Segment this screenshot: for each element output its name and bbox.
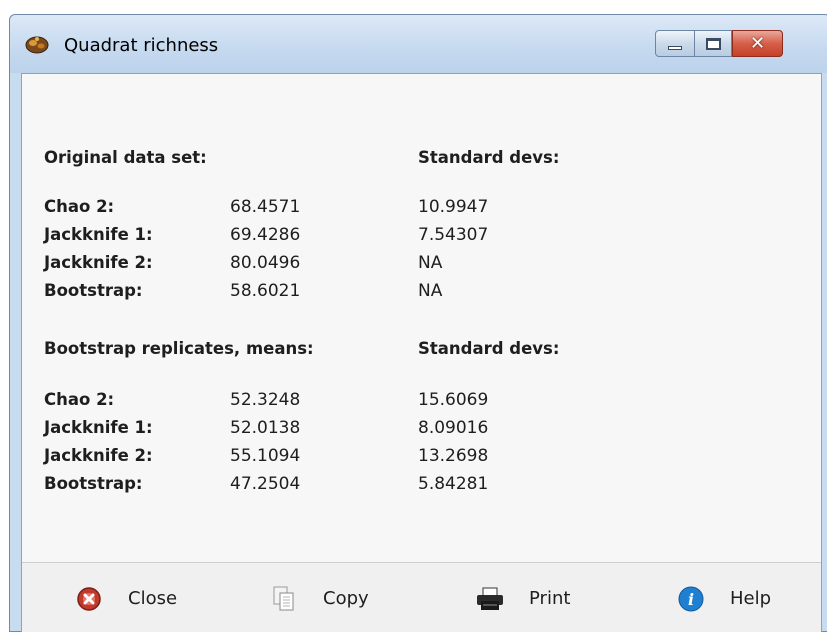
section2-sd-heading: Standard devs: [418, 339, 560, 358]
window-close-button[interactable]: ✕ [732, 30, 783, 57]
row-label: Chao 2: [44, 390, 115, 409]
row-label: Jackknife 2: [44, 446, 153, 465]
maximize-icon [705, 37, 721, 50]
row-label: Jackknife 1: [44, 418, 153, 437]
row-value: 55.1094 [230, 446, 301, 466]
minimize-icon [668, 45, 682, 50]
section2-heading: Bootstrap replicates, means: [44, 339, 314, 358]
row-value: 52.0138 [230, 418, 301, 438]
title-bar[interactable]: Quadrat richness ✕ [10, 15, 827, 73]
row-value: 47.2504 [230, 474, 301, 494]
close-button[interactable]: Close [74, 563, 177, 632]
info-icon: i [676, 584, 706, 614]
svg-text:i: i [688, 590, 694, 609]
section1-sd-heading: Standard devs: [418, 148, 560, 167]
app-icon [25, 36, 49, 54]
row-label: Jackknife 1: [44, 225, 153, 244]
row-sd: 7.54307 [418, 225, 489, 245]
row-sd: 5.84281 [418, 474, 489, 494]
row-sd: 8.09016 [418, 418, 489, 438]
copy-button[interactable]: Copy [269, 563, 369, 632]
window-title: Quadrat richness [64, 35, 219, 56]
row-label: Bootstrap: [44, 281, 143, 300]
row-value: 58.6021 [230, 281, 301, 301]
section1-heading: Original data set: [44, 148, 207, 167]
row-value: 52.3248 [230, 390, 301, 410]
toolbar: Close Copy Print i Help [22, 562, 821, 632]
app-window: Quadrat richness ✕ Original data set: St… [9, 14, 827, 632]
print-button[interactable]: Print [475, 563, 570, 632]
client-area: Original data set: Standard devs: Chao 2… [21, 73, 822, 632]
copy-label: Copy [323, 588, 369, 609]
row-sd: 13.2698 [418, 446, 489, 466]
print-label: Print [529, 588, 571, 609]
printer-icon [475, 584, 505, 614]
row-value: 69.4286 [230, 225, 301, 245]
copy-icon [269, 584, 299, 614]
close-icon [74, 584, 104, 614]
row-sd: NA [418, 253, 443, 273]
help-button[interactable]: i Help [676, 563, 771, 632]
row-sd: NA [418, 281, 443, 301]
row-label: Jackknife 2: [44, 253, 153, 272]
row-label: Bootstrap: [44, 474, 143, 493]
row-sd: 15.6069 [418, 390, 489, 410]
maximize-button[interactable] [695, 30, 732, 57]
close-label: Close [128, 588, 178, 609]
results-panel: Original data set: Standard devs: Chao 2… [22, 74, 821, 562]
row-label: Chao 2: [44, 197, 115, 216]
row-value: 80.0496 [230, 253, 301, 273]
help-label: Help [730, 588, 772, 609]
minimize-button[interactable] [655, 30, 695, 57]
row-value: 68.4571 [230, 197, 301, 217]
row-sd: 10.9947 [418, 197, 489, 217]
close-x-icon: ✕ [749, 33, 766, 54]
